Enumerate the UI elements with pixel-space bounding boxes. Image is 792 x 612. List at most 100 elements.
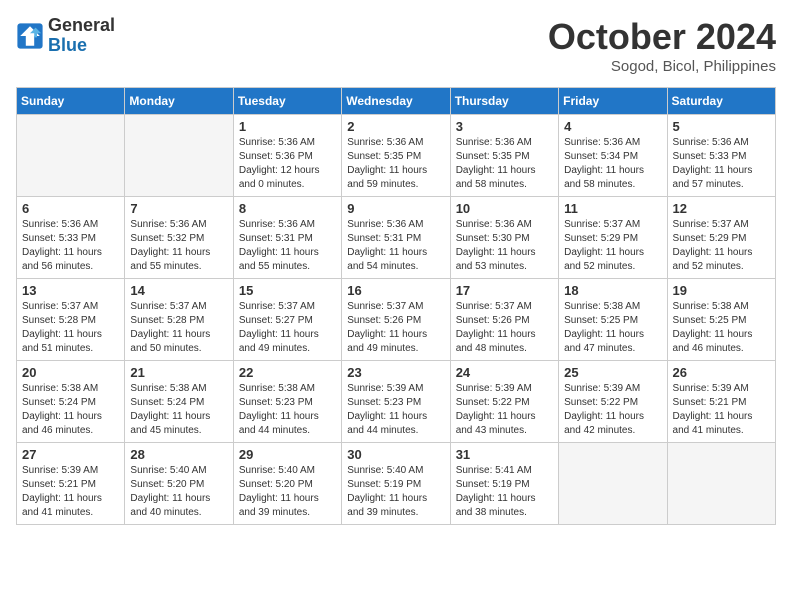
day-info: Sunrise: 5:36 AMSunset: 5:35 PMDaylight:… (347, 136, 444, 192)
calendar-day: 30 Sunrise: 5:40 AMSunset: 5:19 PMDayligh… (342, 443, 450, 525)
day-number: 14 (130, 283, 227, 298)
calendar-day: 10Sunrise: 5:36 AMSunset: 5:30 PMDayligh… (450, 197, 558, 279)
day-info: Sunrise: 5:37 AMSunset: 5:29 PMDaylight:… (673, 218, 770, 274)
day-number: 11 (564, 201, 661, 216)
day-number: 5 (673, 119, 770, 134)
calendar-day: 24 Sunrise: 5:39 AMSunset: 5:22 PMDayligh… (450, 361, 558, 443)
day-number: 27 (22, 447, 119, 462)
calendar-day: 1 Sunrise: 5:36 AMSunset: 5:36 PMDaylight… (233, 115, 341, 197)
day-info: Sunrise: 5:36 AMSunset: 5:36 PMDaylight:… (239, 136, 336, 192)
calendar-week-1: 1 Sunrise: 5:36 AMSunset: 5:36 PMDaylight… (17, 115, 776, 197)
calendar-day: 9 Sunrise: 5:36 AMSunset: 5:31 PMDaylight… (342, 197, 450, 279)
day-info: Sunrise: 5:36 AMSunset: 5:35 PMDaylight:… (456, 136, 553, 192)
calendar-day: 14 Sunrise: 5:37 AMSunset: 5:28 PMDayligh… (125, 279, 233, 361)
day-number: 7 (130, 201, 227, 216)
calendar-day: 19 Sunrise: 5:38 AMSunset: 5:25 PMDayligh… (667, 279, 775, 361)
calendar-day (667, 443, 775, 525)
calendar-day: 22Sunrise: 5:38 AMSunset: 5:23 PMDayligh… (233, 361, 341, 443)
calendar-day: 17 Sunrise: 5:37 AMSunset: 5:26 PMDayligh… (450, 279, 558, 361)
day-info: Sunrise: 5:36 AMSunset: 5:33 PMDaylight:… (22, 218, 119, 274)
calendar-day: 3Sunrise: 5:36 AMSunset: 5:35 PMDaylight… (450, 115, 558, 197)
calendar-day: 18 Sunrise: 5:38 AMSunset: 5:25 PMDayligh… (559, 279, 667, 361)
day-info: Sunrise: 5:37 AMSunset: 5:28 PMDaylight:… (130, 300, 227, 356)
day-info: Sunrise: 5:38 AMSunset: 5:24 PMDaylight:… (130, 382, 227, 438)
calendar-day: 4 Sunrise: 5:36 AMSunset: 5:34 PMDaylight… (559, 115, 667, 197)
calendar-day: 15 Sunrise: 5:37 AMSunset: 5:27 PMDayligh… (233, 279, 341, 361)
day-number: 25 (564, 365, 661, 380)
day-number: 15 (239, 283, 336, 298)
calendar-day: 25 Sunrise: 5:39 AMSunset: 5:22 PMDayligh… (559, 361, 667, 443)
day-info: Sunrise: 5:37 AMSunset: 5:26 PMDaylight:… (456, 300, 553, 356)
location-subtitle: Sogod, Bicol, Philippines (548, 58, 776, 75)
day-number: 19 (673, 283, 770, 298)
day-info: Sunrise: 5:39 AMSunset: 5:22 PMDaylight:… (564, 382, 661, 438)
calendar-day (17, 115, 125, 197)
calendar-day: 20 Sunrise: 5:38 AMSunset: 5:24 PMDayligh… (17, 361, 125, 443)
day-info: Sunrise: 5:40 AMSunset: 5:19 PMDaylight:… (347, 464, 444, 520)
day-info: Sunrise: 5:39 AMSunset: 5:21 PMDaylight:… (22, 464, 119, 520)
day-number: 18 (564, 283, 661, 298)
page-header: GeneralBlue October 2024 Sogod, Bicol, P… (16, 16, 776, 75)
day-number: 13 (22, 283, 119, 298)
day-info: Sunrise: 5:41 AMSunset: 5:19 PMDaylight:… (456, 464, 553, 520)
day-number: 8 (239, 201, 336, 216)
calendar-day: 5 Sunrise: 5:36 AMSunset: 5:33 PMDaylight… (667, 115, 775, 197)
day-info: Sunrise: 5:36 AMSunset: 5:34 PMDaylight:… (564, 136, 661, 192)
calendar-week-5: 27 Sunrise: 5:39 AMSunset: 5:21 PMDayligh… (17, 443, 776, 525)
calendar-day: 16 Sunrise: 5:37 AMSunset: 5:26 PMDayligh… (342, 279, 450, 361)
col-thursday: Thursday (450, 88, 558, 115)
day-info: Sunrise: 5:36 AMSunset: 5:31 PMDaylight:… (239, 218, 336, 274)
day-number: 24 (456, 365, 553, 380)
col-friday: Friday (559, 88, 667, 115)
month-title: October 2024 (548, 16, 776, 58)
day-number: 16 (347, 283, 444, 298)
day-info: Sunrise: 5:36 AMSunset: 5:32 PMDaylight:… (130, 218, 227, 274)
calendar-day: 31 Sunrise: 5:41 AMSunset: 5:19 PMDayligh… (450, 443, 558, 525)
day-info: Sunrise: 5:39 AMSunset: 5:21 PMDaylight:… (673, 382, 770, 438)
day-number: 17 (456, 283, 553, 298)
day-info: Sunrise: 5:39 AMSunset: 5:22 PMDaylight:… (456, 382, 553, 438)
col-tuesday: Tuesday (233, 88, 341, 115)
calendar-week-2: 6Sunrise: 5:36 AMSunset: 5:33 PMDaylight… (17, 197, 776, 279)
calendar-week-4: 20 Sunrise: 5:38 AMSunset: 5:24 PMDayligh… (17, 361, 776, 443)
day-number: 12 (673, 201, 770, 216)
day-number: 28 (130, 447, 227, 462)
day-info: Sunrise: 5:36 AMSunset: 5:31 PMDaylight:… (347, 218, 444, 274)
col-saturday: Saturday (667, 88, 775, 115)
day-number: 30 (347, 447, 444, 462)
calendar-day (125, 115, 233, 197)
day-info: Sunrise: 5:40 AMSunset: 5:20 PMDaylight:… (130, 464, 227, 520)
calendar-day: 11 Sunrise: 5:37 AMSunset: 5:29 PMDayligh… (559, 197, 667, 279)
calendar-week-3: 13 Sunrise: 5:37 AMSunset: 5:28 PMDayligh… (17, 279, 776, 361)
col-sunday: Sunday (17, 88, 125, 115)
calendar-day: 21 Sunrise: 5:38 AMSunset: 5:24 PMDayligh… (125, 361, 233, 443)
day-info: Sunrise: 5:38 AMSunset: 5:25 PMDaylight:… (673, 300, 770, 356)
day-number: 4 (564, 119, 661, 134)
logo-icon (16, 22, 44, 50)
day-info: Sunrise: 5:37 AMSunset: 5:28 PMDaylight:… (22, 300, 119, 356)
day-number: 21 (130, 365, 227, 380)
calendar-day: 8 Sunrise: 5:36 AMSunset: 5:31 PMDaylight… (233, 197, 341, 279)
day-info: Sunrise: 5:37 AMSunset: 5:29 PMDaylight:… (564, 218, 661, 274)
day-number: 20 (22, 365, 119, 380)
day-number: 9 (347, 201, 444, 216)
calendar-day: 2Sunrise: 5:36 AMSunset: 5:35 PMDaylight… (342, 115, 450, 197)
day-info: Sunrise: 5:36 AMSunset: 5:33 PMDaylight:… (673, 136, 770, 192)
day-number: 31 (456, 447, 553, 462)
day-info: Sunrise: 5:38 AMSunset: 5:25 PMDaylight:… (564, 300, 661, 356)
calendar-day: 23Sunrise: 5:39 AMSunset: 5:23 PMDayligh… (342, 361, 450, 443)
day-number: 23 (347, 365, 444, 380)
title-block: October 2024 Sogod, Bicol, Philippines (548, 16, 776, 75)
day-info: Sunrise: 5:37 AMSunset: 5:27 PMDaylight:… (239, 300, 336, 356)
day-number: 1 (239, 119, 336, 134)
day-info: Sunrise: 5:38 AMSunset: 5:24 PMDaylight:… (22, 382, 119, 438)
day-number: 26 (673, 365, 770, 380)
day-info: Sunrise: 5:37 AMSunset: 5:26 PMDaylight:… (347, 300, 444, 356)
logo-text: GeneralBlue (48, 16, 115, 56)
calendar-day: 29Sunrise: 5:40 AMSunset: 5:20 PMDayligh… (233, 443, 341, 525)
calendar-day: 7 Sunrise: 5:36 AMSunset: 5:32 PMDaylight… (125, 197, 233, 279)
calendar-day: 12 Sunrise: 5:37 AMSunset: 5:29 PMDayligh… (667, 197, 775, 279)
calendar-table: Sunday Monday Tuesday Wednesday Thursday… (16, 87, 776, 525)
day-number: 29 (239, 447, 336, 462)
day-info: Sunrise: 5:38 AMSunset: 5:23 PMDaylight:… (239, 382, 336, 438)
